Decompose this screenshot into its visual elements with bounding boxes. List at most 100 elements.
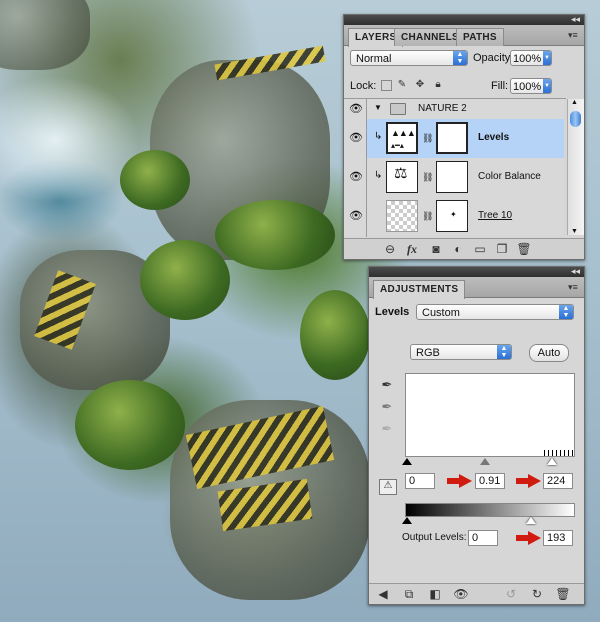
layer-name: Color Balance [478, 171, 541, 182]
fill-label: Fill: [491, 80, 509, 92]
layer-name: Tree 10 [478, 210, 513, 221]
opacity-input[interactable]: 100% ▼ [510, 50, 552, 66]
layer-row-tree-10[interactable]: 👁︎ ⛓ ✦ Tree 10 [344, 197, 564, 237]
gray-eyedropper-icon[interactable]: ✒ [381, 400, 393, 413]
blend-mode-select[interactable]: Normal ▲ ▼ [350, 50, 468, 66]
layers-tabbar: LAYERS CHANNELS PATHS ▾≡ [344, 25, 584, 47]
collapse-icon[interactable]: ◂◂ [571, 14, 580, 25]
new-layer-icon[interactable]: ❐ [494, 242, 510, 256]
layer-mask-thumb: ✦ [436, 200, 468, 232]
layer-row-levels[interactable]: 👁︎ ↳ ▲▲▲ ▴━▴ ⛓ Levels [344, 119, 564, 159]
scroll-up-icon[interactable]: ▲ [571, 99, 578, 106]
opacity-dropdown-icon[interactable]: ▼ [543, 51, 551, 65]
preset-select[interactable]: Custom ▲ ▼ [416, 304, 574, 320]
output-white-field[interactable]: 193 [543, 530, 573, 546]
black-eyedropper-icon[interactable]: ✒ [381, 378, 393, 391]
input-white-slider[interactable] [547, 458, 557, 465]
select-arrows-icon: ▲ ▼ [497, 345, 511, 359]
adjustments-bottom-toolbar: ◀ ⧉ ◧ 👁︎ ↺ ↻ 🗑︎ [369, 583, 584, 604]
expand-view-icon[interactable]: ⧉ [401, 587, 417, 602]
output-black-slider[interactable] [402, 517, 412, 524]
auto-button[interactable]: Auto [529, 344, 569, 362]
input-black-field[interactable]: 0 [405, 473, 435, 489]
histogram [405, 373, 575, 457]
scroll-down-icon[interactable]: ▼ [571, 228, 578, 235]
red-arrow-annotation [447, 474, 473, 488]
eye-icon: 👁︎ [349, 210, 363, 222]
tab-paths[interactable]: PATHS [456, 28, 504, 46]
panel-menu-icon[interactable]: ▾≡ [568, 282, 580, 292]
clipping-arrow-icon: ↳ [374, 131, 383, 142]
lock-label: Lock: [350, 80, 377, 92]
trash-icon[interactable]: 🗑︎ [555, 587, 571, 601]
eye-icon: 👁︎ [349, 103, 363, 115]
clip-to-layer-icon[interactable]: ◧ [427, 587, 443, 601]
balance-scale-icon: ⚖︎ [394, 165, 408, 182]
opacity-label: Opacity: [473, 52, 514, 64]
eye-icon: 👁︎ [349, 132, 363, 144]
adjustment-layer-icon[interactable]: ◐ [450, 242, 466, 256]
output-levels-label: Output Levels: [402, 532, 467, 543]
mask-link-icon[interactable]: ⛓ [422, 211, 433, 222]
panel-titlebar: ◂◂ [344, 14, 584, 25]
input-white-field[interactable]: 224 [543, 473, 573, 489]
previous-state-icon[interactable]: ↺ [503, 587, 519, 601]
new-group-icon[interactable]: ▭ [472, 242, 488, 256]
visibility-toggle[interactable]: 👁︎ [344, 197, 367, 237]
histogram-data [544, 450, 574, 456]
layer-row-color-balance[interactable]: 👁︎ ↳ ⚖︎ ⛓ Color Balance [344, 158, 564, 198]
reset-icon[interactable]: ↻ [529, 587, 545, 601]
mask-dot-icon: ✦ [450, 210, 457, 219]
mask-link-icon[interactable]: ⛓ [422, 172, 433, 183]
visibility-toggle[interactable]: 👁︎ [344, 158, 367, 197]
output-gradient-bar [405, 503, 575, 517]
visibility-toggle[interactable]: 👁︎ [344, 99, 367, 119]
red-arrow-annotation [516, 531, 542, 545]
lock-move-icon[interactable]: ✥ [414, 79, 426, 91]
output-white-slider[interactable] [526, 517, 536, 524]
adjustments-panel: ◂◂ ADJUSTMENTS ▾≡ Levels Custom ▲ ▼ RGB ▲… [368, 266, 585, 605]
input-gamma-field[interactable]: 0.91 [475, 473, 505, 489]
color-balance-adjustment-thumb: ⚖︎ [386, 161, 418, 193]
eye-icon: 👁︎ [349, 171, 363, 183]
tab-adjustments[interactable]: ADJUSTMENTS [373, 280, 466, 299]
fill-dropdown-icon[interactable]: ▼ [543, 79, 551, 93]
output-black-field[interactable]: 0 [468, 530, 498, 546]
link-layers-icon[interactable]: ⊖ [382, 242, 398, 256]
input-gamma-slider[interactable] [480, 458, 490, 465]
group-expand-icon[interactable]: ▼ [374, 103, 382, 112]
channel-value: RGB [416, 347, 440, 359]
collapse-icon[interactable]: ◂◂ [571, 266, 580, 277]
lock-all-icon[interactable]: 🔒︎ [432, 79, 444, 91]
select-arrows-icon: ▲ ▼ [453, 51, 467, 65]
lock-brush-icon[interactable]: ✎ [396, 79, 408, 91]
panel-titlebar: ◂◂ [369, 266, 584, 277]
input-black-slider[interactable] [402, 458, 412, 465]
visibility-toggle[interactable]: 👁︎ [344, 119, 367, 158]
channel-select[interactable]: RGB ▲ ▼ [410, 344, 512, 360]
fill-input[interactable]: 100% ▼ [510, 78, 552, 94]
back-arrow-icon[interactable]: ◀ [375, 587, 391, 601]
layer-mask-thumb [436, 161, 468, 193]
clip-warning-icon[interactable]: ⚠ [379, 479, 397, 495]
fill-value: 100% [513, 81, 542, 93]
fx-icon[interactable]: fx [404, 242, 420, 257]
layer-name: Levels [478, 132, 510, 143]
layers-scrollbar[interactable]: ▲ ▼ [567, 99, 584, 235]
white-eyedropper-icon[interactable]: ✒ [381, 422, 393, 435]
trash-icon[interactable]: 🗑︎ [516, 242, 532, 256]
panel-menu-icon[interactable]: ▾≡ [568, 30, 580, 40]
lock-transparent-icon[interactable] [381, 80, 392, 91]
layer-group-row[interactable]: 👁︎ ▼ NATURE 2 [344, 99, 564, 120]
add-mask-icon[interactable]: ◙ [428, 242, 444, 256]
scroll-thumb[interactable] [570, 111, 581, 127]
layers-list: 👁︎ ▼ NATURE 2 👁︎ ↳ ▲▲▲ ▴━▴ ⛓ Levels 👁︎ ↳… [344, 98, 566, 237]
clipping-arrow-icon: ↳ [374, 170, 383, 181]
group-name: NATURE 2 [418, 103, 467, 114]
red-arrow-annotation [516, 474, 542, 488]
levels-title: Levels [375, 306, 410, 318]
eye-icon[interactable]: 👁︎ [453, 587, 469, 601]
blend-mode-value: Normal [356, 53, 392, 65]
mask-link-icon[interactable]: ⛓ [422, 133, 433, 144]
folder-icon [390, 103, 406, 115]
